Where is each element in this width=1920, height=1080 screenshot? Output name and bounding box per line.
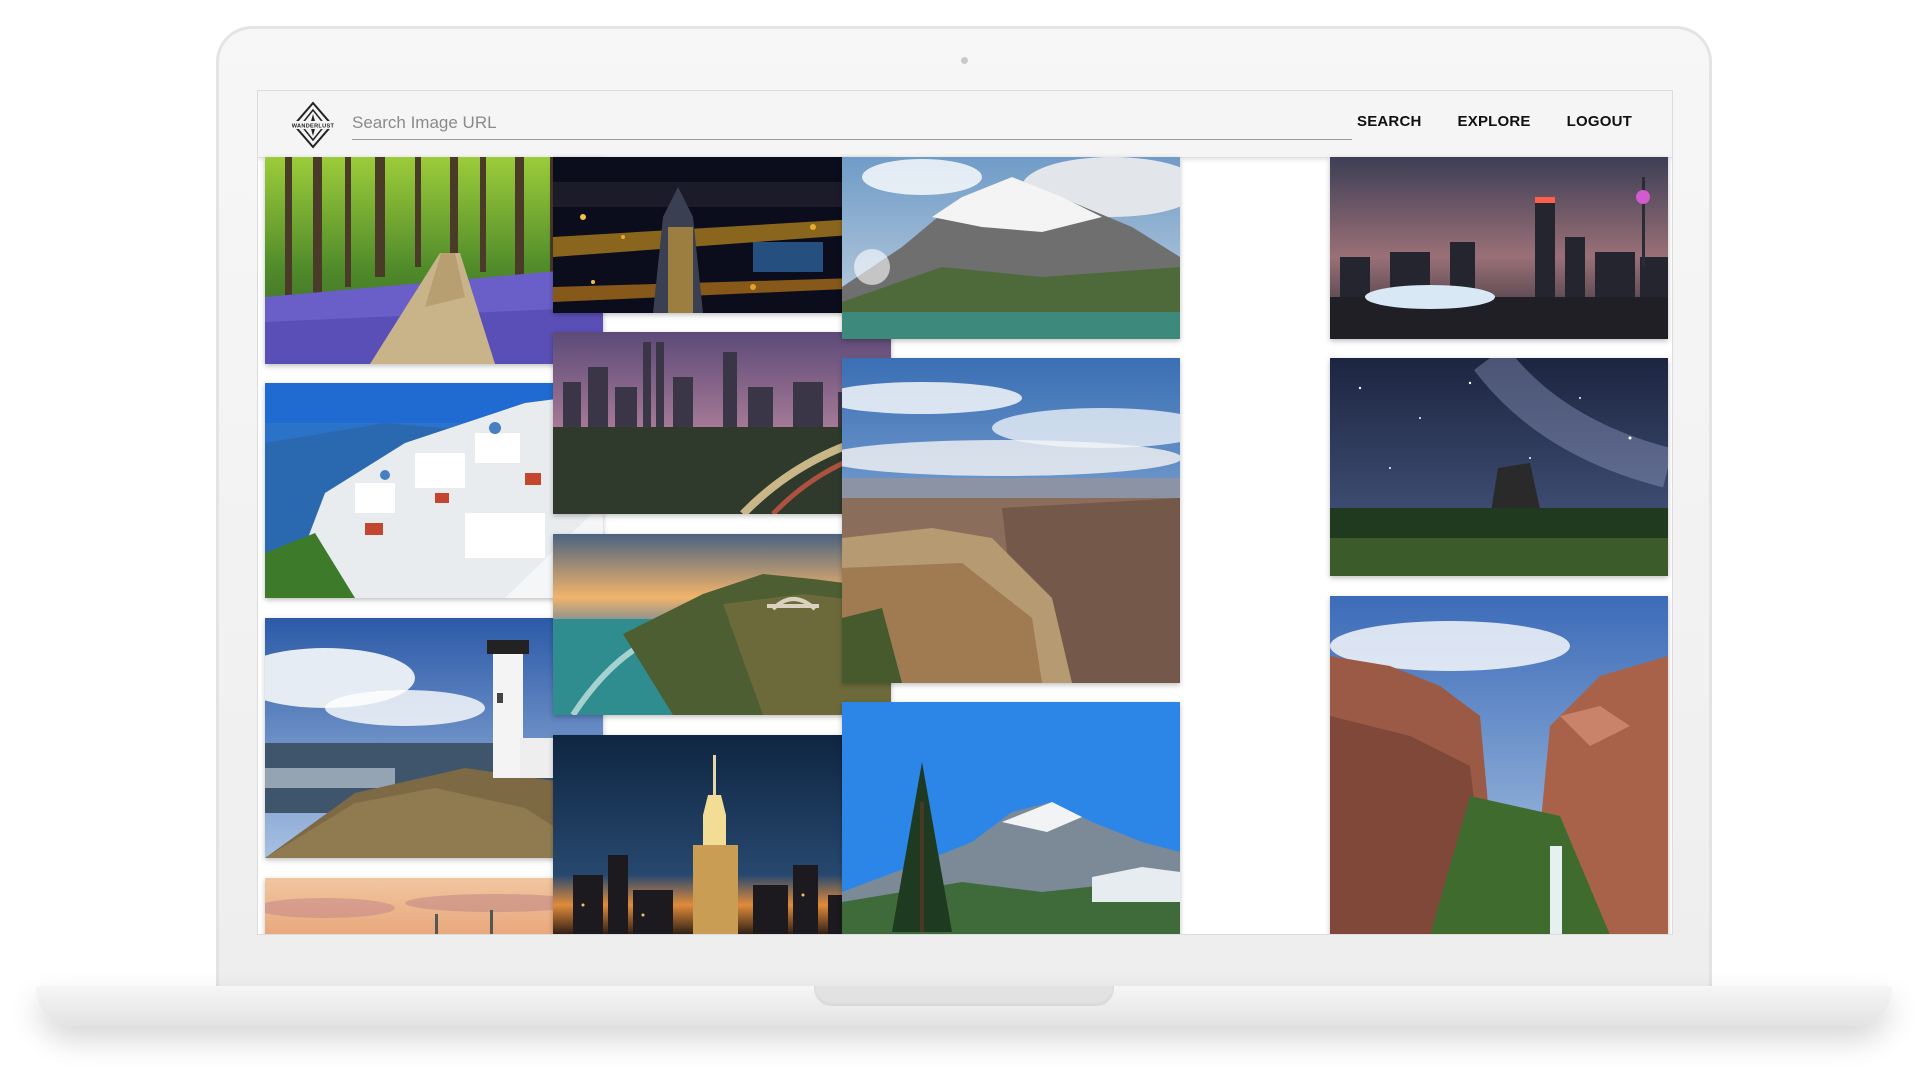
nav-explore-link[interactable]: EXPLORE xyxy=(1458,113,1531,130)
photo-tile-grand-canyon-overlook[interactable] xyxy=(842,358,1180,683)
photo-tile-kuala-lumpur-skyline-dusk[interactable] xyxy=(553,332,891,514)
laptop-notch xyxy=(814,986,1114,1006)
top-app-bar: WANDERLUST SEARCH EXPLORE LOGOUT xyxy=(258,91,1672,158)
top-nav: SEARCH EXPLORE LOGOUT xyxy=(1357,113,1632,130)
photo-tile-city-night-aerial[interactable] xyxy=(553,157,891,313)
photo-tile-johannesburg-skyline-dusk[interactable] xyxy=(1330,157,1668,339)
photo-tile-glacier-pine-mountain[interactable] xyxy=(842,702,1180,934)
webcam-icon xyxy=(961,57,968,64)
photo-tile-canyon-waterfall[interactable] xyxy=(1330,596,1668,934)
search-input[interactable] xyxy=(352,109,1352,137)
search-field xyxy=(352,109,1352,140)
nav-logout-link[interactable]: LOGOUT xyxy=(1567,113,1632,130)
wanderlust-logo-icon[interactable]: WANDERLUST xyxy=(288,100,338,150)
photo-tile-empire-state-building-night[interactable] xyxy=(553,735,891,934)
logo-wordmark: WANDERLUST xyxy=(292,124,335,130)
photo-tile-devils-tower-milky-way[interactable] xyxy=(1330,358,1668,576)
app-screen: WANDERLUST SEARCH EXPLORE LOGOUT xyxy=(258,91,1672,934)
laptop-base xyxy=(36,986,1892,1026)
photo-tile-snowy-mountain-lake[interactable] xyxy=(842,157,1180,339)
photo-tile-big-sur-bixby-bridge[interactable] xyxy=(553,534,891,715)
photo-gallery xyxy=(258,157,1672,934)
nav-search-link[interactable]: SEARCH xyxy=(1357,113,1422,130)
